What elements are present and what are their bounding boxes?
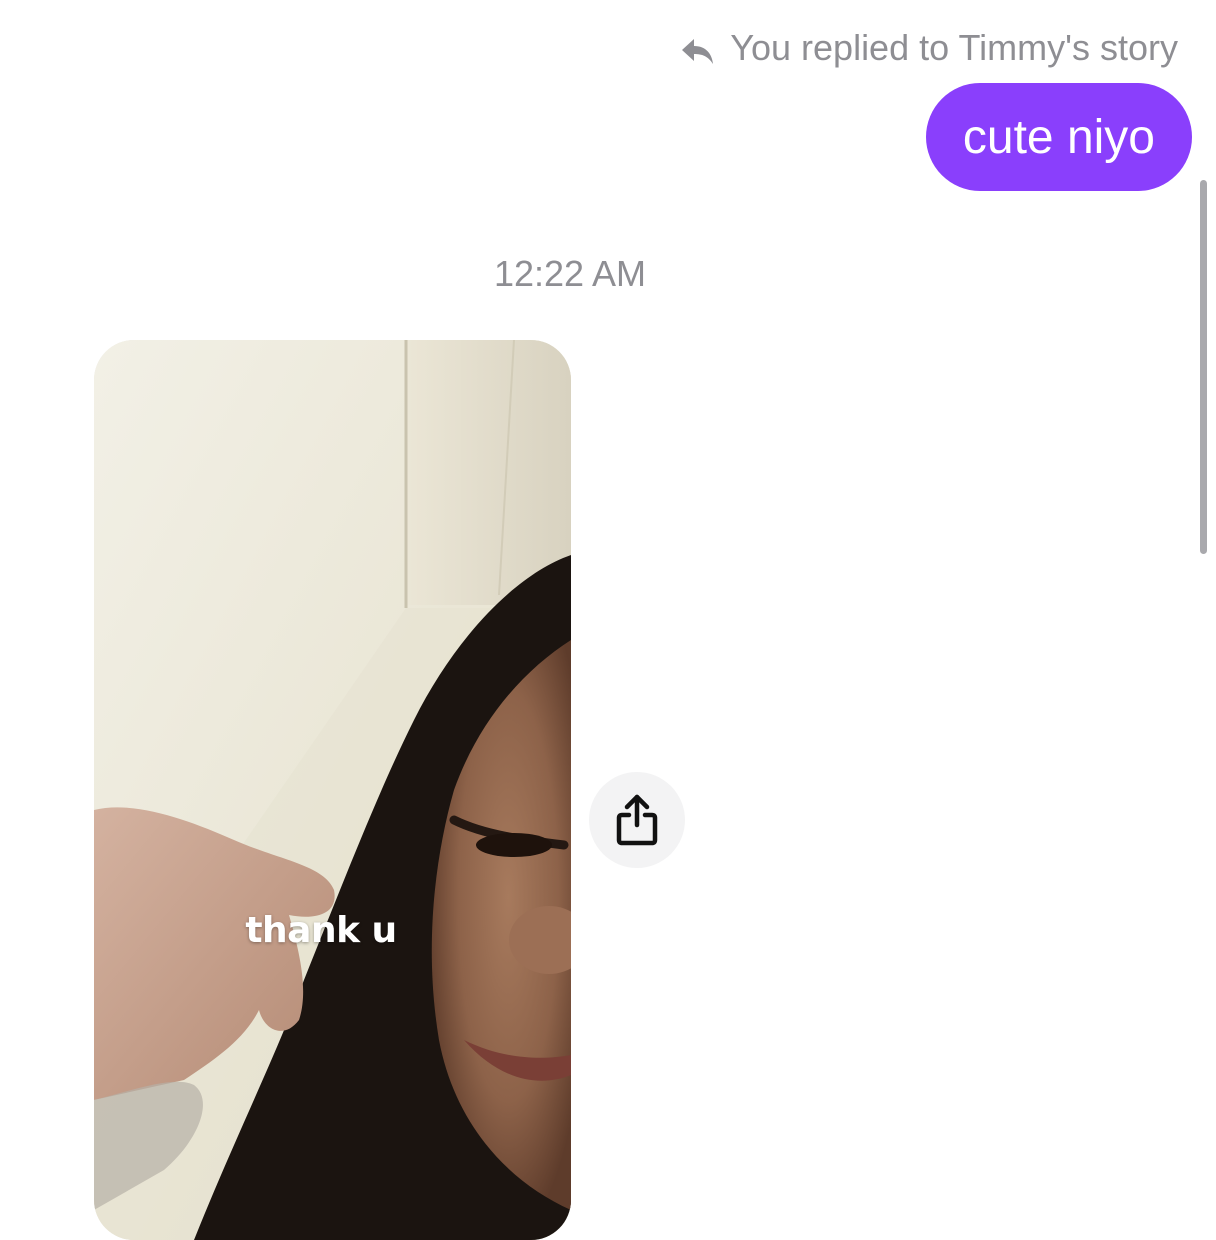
- reply-context-text: You replied to Timmy's story: [730, 27, 1178, 68]
- story-photo: [94, 340, 571, 1240]
- message-timestamp: 12:22 AM: [493, 253, 647, 294]
- reply-arrow-icon: [680, 33, 716, 64]
- outgoing-message-bubble[interactable]: cute niyo: [925, 83, 1192, 191]
- story-media[interactable]: thank u: [94, 340, 571, 1240]
- outgoing-message-text: cute niyo: [962, 110, 1155, 164]
- share-button[interactable]: [589, 772, 685, 868]
- story-reply-context: You replied to Timmy's story: [680, 26, 1178, 70]
- story-caption: thank u: [245, 910, 397, 951]
- scrollbar[interactable]: [1200, 180, 1207, 554]
- share-icon: [616, 794, 658, 846]
